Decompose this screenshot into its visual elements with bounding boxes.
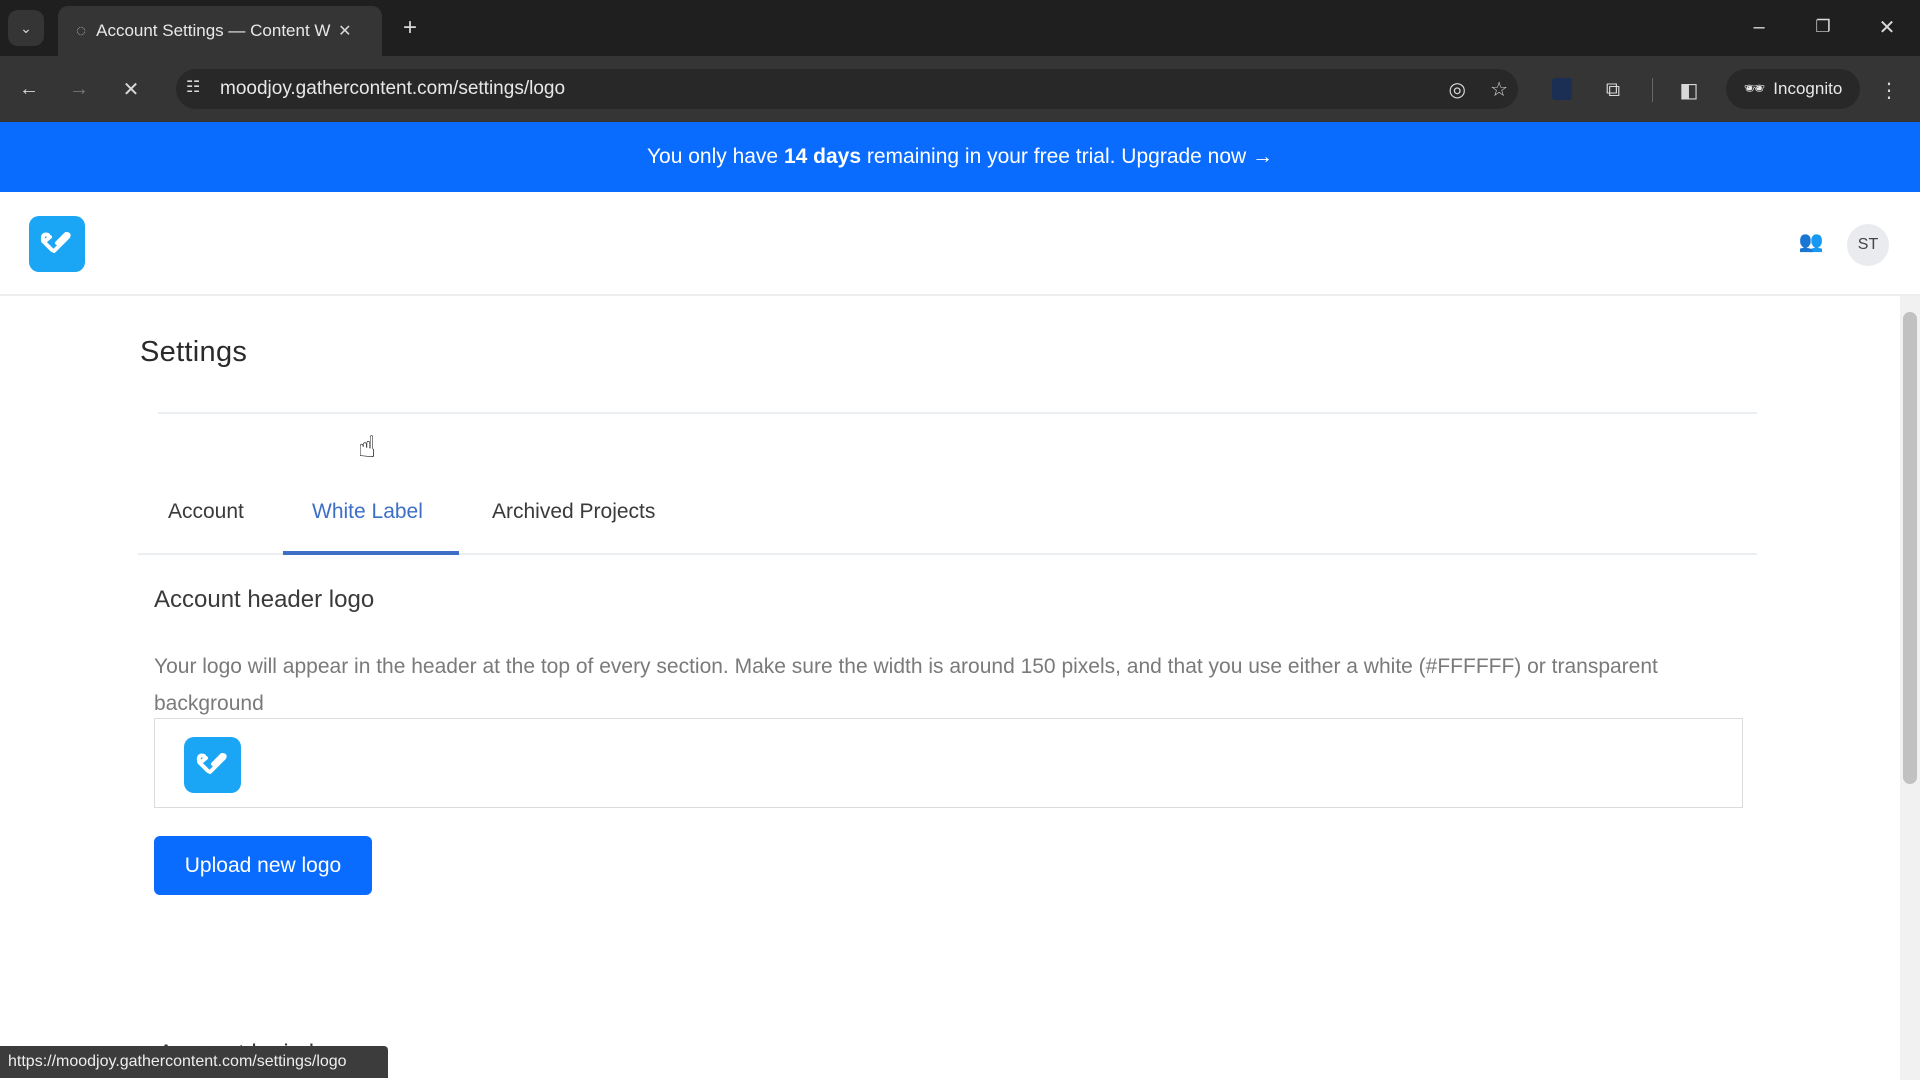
user-avatar[interactable]: ST [1847,224,1889,266]
tab-label: Archived Projects [492,500,656,523]
address-bar[interactable]: ☷ moodjoy.gathercontent.com/settings/log… [176,69,1518,109]
extensions-puzzle-icon[interactable]: ⧉ [1598,76,1628,104]
browser-tab-bar: ⌄ ◌ Account Settings — Content W ✕ + – ❐… [0,0,1920,56]
avatar-initials: ST [1857,236,1879,253]
side-panel-icon[interactable]: ◧ [1674,76,1704,104]
banner-text: You only have [646,145,784,168]
tab-title: Account Settings — Content W [96,21,331,40]
forward-icon[interactable]: → [64,74,94,104]
active-tab-indicator [283,551,459,555]
browser-tab[interactable]: ◌ Account Settings — Content W ✕ [58,6,382,56]
title-divider [158,412,1757,414]
heart-check-icon [196,752,227,774]
minimize-icon[interactable]: – [1744,12,1774,42]
close-tab-icon[interactable]: ✕ [338,21,351,41]
button-label: Upload new logo [184,853,342,877]
loading-icon: ◌ [76,21,87,40]
bookmark-star-icon[interactable]: ☆ [1490,77,1508,102]
tab-label: Account [168,500,244,523]
tab-archived-projects[interactable]: Archived Projects [492,500,655,524]
toolbar-divider [1652,78,1653,102]
app-header: 👥 [0,192,1920,296]
page-title: Settings [140,336,248,368]
url-text: moodjoy.gathercontent.com/settings/logo [220,78,566,99]
extension-icon[interactable] [1552,78,1572,100]
tab-white-label[interactable]: White Label [312,500,423,524]
menu-kebab-icon[interactable]: ⋮ [1876,76,1902,104]
status-bar-url: https://moodjoy.gathercontent.com/settin… [0,1046,388,1078]
section-description: Your logo will appear in the header at t… [154,655,1658,715]
scrollbar-thumb[interactable] [1903,312,1917,784]
close-window-icon[interactable]: ✕ [1872,12,1902,42]
trial-banner: You only have 14 days remaining in your … [0,122,1920,192]
tab-label: White Label [312,500,423,523]
new-tab-icon[interactable]: + [396,14,424,42]
logo-preview-box [154,718,1743,808]
upload-new-logo-button[interactable]: Upload new logo [154,836,372,895]
back-icon[interactable]: ← [14,74,44,104]
team-icon[interactable]: 👥 [1796,226,1826,256]
site-info-icon[interactable]: ☷ [186,77,200,97]
incognito-badge[interactable]: 🕶 Incognito [1726,69,1860,109]
banner-text-2: remaining in your free trial. [861,145,1122,168]
restore-icon[interactable]: ❐ [1808,12,1838,42]
incognito-label: Incognito [1773,79,1843,98]
tab-account[interactable]: Account [168,500,244,524]
tab-search-chevron-icon[interactable]: ⌄ [8,10,44,46]
banner-days: 14 days [783,145,862,168]
upgrade-link[interactable]: Upgrade now → [1121,145,1273,169]
section-title: Account header logo [154,586,375,613]
stop-loading-icon[interactable]: ✕ [116,74,146,104]
hand-cursor-icon: ☝ [358,431,377,464]
app-logo[interactable] [29,216,85,272]
eye-off-icon[interactable]: ◎ [1449,77,1466,102]
heart-check-icon [40,231,71,253]
incognito-icon: 🕶 [1743,79,1766,98]
current-logo [184,737,241,793]
